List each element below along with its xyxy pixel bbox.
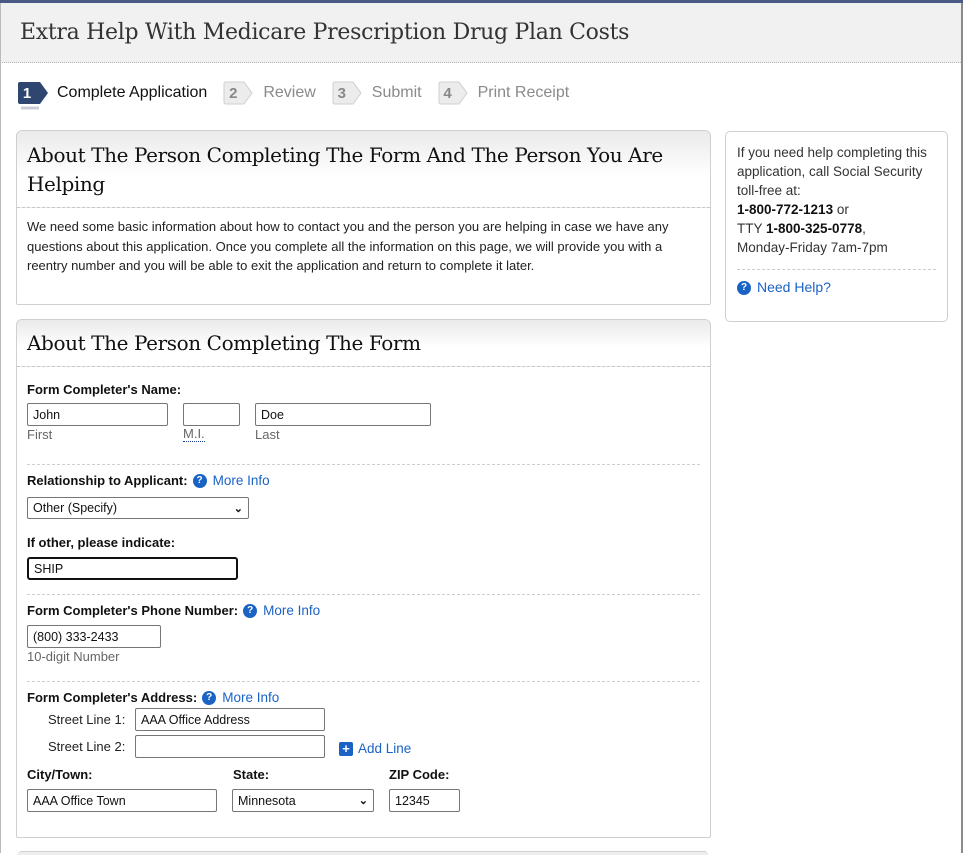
step-label: Complete Application (57, 84, 208, 101)
divider (737, 269, 936, 270)
intro-panel: About The Person Completing The Form And… (16, 130, 711, 305)
city-input[interactable] (27, 789, 217, 812)
street1-label: Street Line 1: (48, 712, 126, 727)
step-review: 2 Review (223, 80, 316, 106)
help-tty-phone: 1-800-325-0778 (766, 221, 863, 236)
plus-icon: + (339, 741, 353, 756)
form-title: About The Person Completing The Form (27, 331, 421, 355)
relationship-label: Relationship to Applicant: ? More Info (27, 473, 270, 488)
phone-input[interactable] (27, 625, 161, 648)
zip-input[interactable] (389, 789, 460, 812)
help-hours: Monday-Friday 7am-7pm (737, 240, 888, 255)
step-label: Submit (371, 84, 422, 101)
step-number-badge: 2 (223, 80, 253, 106)
next-panel-edge (18, 851, 708, 855)
address-label: Form Completer's Address: ? More Info (27, 690, 280, 705)
first-name-input[interactable] (27, 403, 168, 426)
step-complete-application: 1 Complete Application (17, 80, 208, 110)
state-label: State: (233, 767, 270, 782)
intro-text: We need some basic information about how… (27, 219, 669, 273)
page-title: Extra Help With Medicare Prescription Dr… (20, 20, 630, 45)
add-line-button[interactable]: + Add Line (339, 741, 411, 756)
name-label: Form Completer's Name: (27, 382, 182, 397)
intro-panel-header: About The Person Completing The Form And… (17, 131, 710, 208)
divider (27, 594, 700, 595)
first-name-sublabel: First (27, 427, 53, 442)
last-name-input[interactable] (255, 403, 431, 426)
progress-steps: 1 Complete Application 2 Review 3 Submit… (17, 80, 585, 110)
intro-title: About The Person Completing The Form And… (27, 143, 663, 196)
relationship-more-info-link[interactable]: More Info (213, 473, 270, 488)
zip-label: ZIP Code: (389, 767, 450, 782)
question-icon[interactable]: ? (192, 473, 207, 488)
question-icon[interactable]: ? (202, 690, 217, 705)
relationship-select[interactable]: Other (Specify) ⌄ (27, 497, 249, 519)
step-print-receipt: 4 Print Receipt (438, 80, 570, 106)
chevron-down-icon: ⌄ (358, 795, 368, 807)
city-label: City/Town: (27, 767, 93, 782)
step-number-badge: 4 (438, 80, 468, 106)
question-icon: ? (737, 280, 751, 295)
state-select[interactable]: Minnesota ⌄ (232, 789, 374, 812)
last-name-sublabel: Last (255, 427, 280, 442)
window-left-edge (0, 3, 1, 853)
phone-label: Form Completer's Phone Number: ? More In… (27, 603, 321, 618)
street2-input[interactable] (135, 735, 325, 758)
question-icon[interactable]: ? (243, 603, 258, 618)
phone-hint: 10-digit Number (27, 649, 120, 664)
address-more-info-link[interactable]: More Info (222, 690, 279, 705)
step-label: Review (263, 84, 316, 101)
page-header: Extra Help With Medicare Prescription Dr… (0, 3, 963, 63)
form-panel-header: About The Person Completing The Form (17, 320, 710, 367)
need-help-link[interactable]: ? Need Help? (737, 278, 936, 297)
other-label: If other, please indicate: (27, 535, 176, 550)
street1-input[interactable] (135, 708, 325, 731)
step-submit: 3 Submit (332, 80, 422, 106)
help-sidebar: If you need help completing this applica… (725, 131, 948, 322)
middle-initial-input[interactable] (183, 403, 240, 426)
middle-initial-sublabel: M.I. (183, 426, 205, 442)
divider (27, 681, 700, 682)
step-number-badge: 3 (332, 80, 362, 106)
step-number-badge: 1 (17, 80, 48, 110)
street2-label: Street Line 2: (48, 739, 126, 754)
phone-more-info-link[interactable]: More Info (263, 603, 320, 618)
other-relationship-input[interactable] (27, 557, 238, 580)
chevron-down-icon: ⌄ (233, 502, 243, 515)
divider (27, 464, 700, 465)
help-phone: 1-800-772-1213 (737, 202, 834, 217)
step-label: Print Receipt (477, 84, 570, 101)
help-text: If you need help completing this applica… (737, 145, 927, 255)
